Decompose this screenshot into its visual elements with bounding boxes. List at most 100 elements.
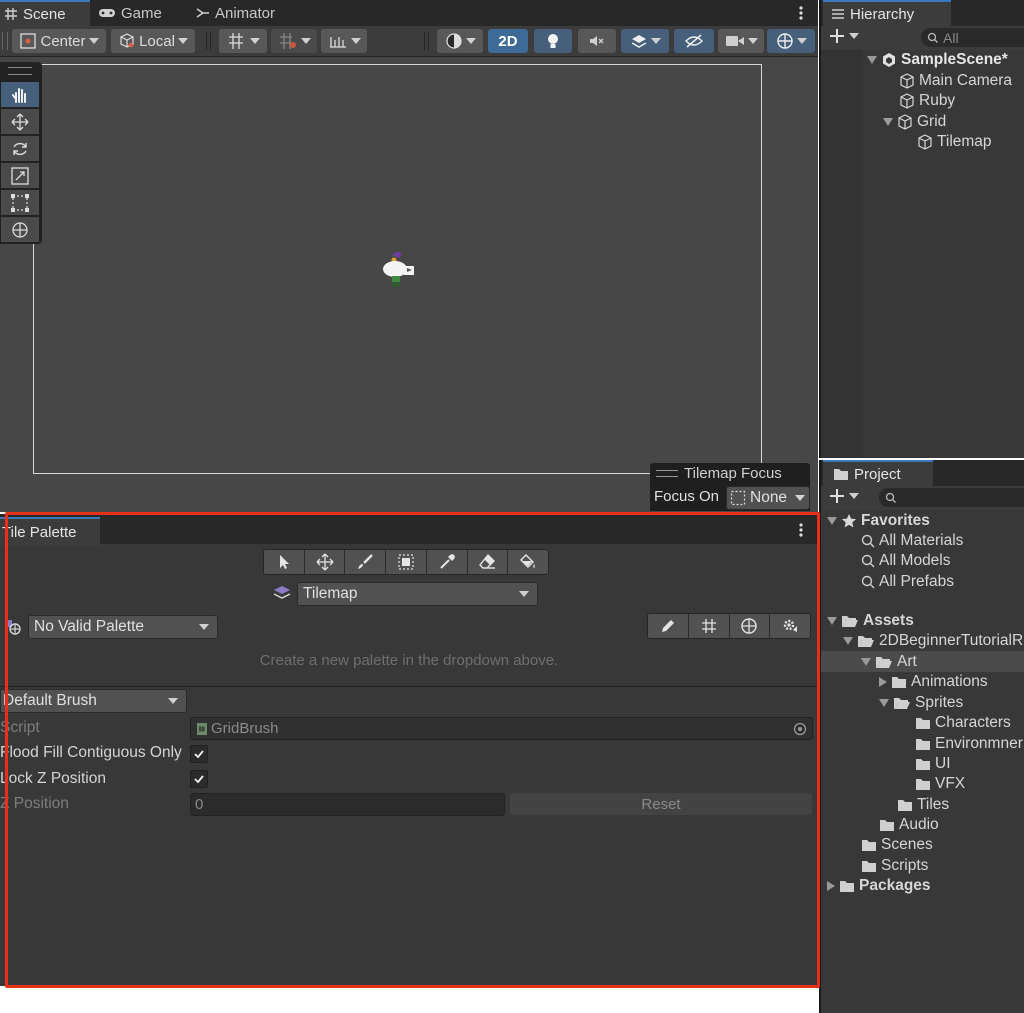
search-icon — [885, 492, 897, 504]
hierarchy-item-ruby[interactable]: Ruby — [899, 91, 955, 111]
assets-folder[interactable]: Assets — [827, 611, 914, 631]
tile-palette-tabbar: Tile Palette — [0, 514, 818, 546]
folder-animations[interactable]: Animations — [879, 672, 988, 692]
folder-sprites[interactable]: Sprites — [879, 693, 963, 713]
tab-hierarchy[interactable]: Hierarchy — [823, 0, 951, 26]
toggle-grid-button[interactable] — [689, 614, 730, 638]
effects-dropdown[interactable] — [621, 29, 669, 53]
favorites-section[interactable]: Favorites — [827, 511, 930, 531]
gizmos-dropdown[interactable] — [767, 29, 815, 53]
paint-tools-toolbar — [263, 549, 549, 575]
z-position-input[interactable]: 0 — [190, 793, 505, 816]
audio-toggle[interactable] — [578, 29, 616, 53]
expand-arrow-icon — [879, 699, 889, 707]
folder-scenes[interactable]: Scenes — [861, 835, 933, 855]
folder-tiles[interactable]: Tiles — [897, 795, 949, 815]
hierarchy-tabbar: Hierarchy — [821, 0, 1024, 26]
folder-environment[interactable]: Environmner — [915, 734, 1023, 754]
collapse-arrow-icon — [879, 677, 887, 687]
grid-snapping-button[interactable] — [219, 29, 267, 53]
rect-tool-button[interactable] — [1, 190, 39, 215]
folder-scripts[interactable]: Scripts — [861, 856, 928, 876]
tab-animator[interactable]: Animator — [196, 0, 275, 26]
picker-tool-button[interactable] — [427, 550, 468, 574]
toggle-2d-button[interactable]: 2D — [488, 29, 528, 53]
edit-palette-button[interactable] — [648, 614, 689, 638]
hand-tool-button[interactable] — [1, 82, 39, 107]
search-icon — [861, 575, 875, 589]
hierarchy-item-tilemap[interactable]: Tilemap — [917, 132, 992, 152]
lock-z-checkbox[interactable] — [190, 770, 208, 788]
create-asset-button[interactable] — [829, 488, 859, 504]
packages-folder[interactable]: Packages — [827, 876, 931, 896]
flood-fill-checkbox[interactable] — [190, 745, 208, 763]
transform-tool-button[interactable] — [1, 217, 39, 242]
folder-label: Scenes — [881, 836, 933, 853]
tab-scene[interactable]: Scene — [0, 0, 90, 26]
paint-brush-tool-button[interactable] — [345, 550, 387, 574]
create-button[interactable] — [829, 28, 859, 44]
scene-viewport[interactable] — [0, 57, 818, 512]
select-tool-button[interactable] — [264, 550, 305, 574]
palette-settings-button[interactable] — [770, 614, 810, 638]
transform-icon — [10, 220, 30, 240]
ruby-character-sprite[interactable] — [378, 249, 418, 291]
pivot-mode-dropdown[interactable]: Center — [12, 29, 106, 53]
palette-dropdown[interactable]: No Valid Palette — [28, 615, 218, 639]
favorite-all-models[interactable]: All Models — [861, 551, 951, 571]
reset-button[interactable]: Reset — [510, 793, 812, 815]
brush-dropdown[interactable]: Default Brush — [0, 689, 187, 713]
object-picker-icon[interactable] — [793, 722, 807, 736]
folder-root[interactable]: 2DBeginnerTutorialR — [843, 631, 1023, 651]
scene-toolbar: Center Local 2D — [0, 26, 818, 57]
grid-icon — [4, 7, 18, 21]
hierarchy-item-grid[interactable]: Grid — [883, 112, 946, 132]
favorites-label: Favorites — [861, 512, 930, 529]
folder-characters[interactable]: Characters — [915, 713, 1011, 733]
camera-settings-dropdown[interactable] — [718, 29, 764, 53]
move-tool-button[interactable] — [1, 109, 39, 134]
active-tilemap-label: Tilemap — [303, 585, 358, 602]
active-tilemap-dropdown[interactable]: Tilemap — [297, 582, 538, 606]
folder-art[interactable]: Art — [861, 652, 917, 672]
folder-audio[interactable]: Audio — [879, 815, 939, 835]
move-tool-button[interactable] — [305, 550, 346, 574]
project-search-input[interactable] — [879, 488, 1024, 507]
tab-project[interactable]: Project — [823, 460, 933, 486]
overlay-grip[interactable] — [656, 470, 678, 477]
eraser-tool-button[interactable] — [468, 550, 509, 574]
favorite-all-materials[interactable]: All Materials — [861, 531, 963, 551]
tab-game[interactable]: Game — [98, 0, 162, 26]
hierarchy-search-input[interactable]: All — [921, 28, 1024, 47]
project-tabbar: Project — [821, 460, 1024, 486]
favorite-label: All Prefabs — [879, 573, 954, 590]
flood-fill-tool-button[interactable] — [508, 550, 548, 574]
toolbar-grip[interactable] — [2, 32, 8, 50]
focus-on-dropdown[interactable]: None — [726, 486, 810, 510]
favorite-all-prefabs[interactable]: All Prefabs — [861, 572, 954, 592]
hierarchy-item-samplescene[interactable]: SampleScene* — [867, 50, 1008, 70]
lighting-toggle[interactable] — [534, 29, 572, 53]
list-icon — [831, 8, 845, 20]
draw-mode-dropdown[interactable] — [437, 29, 483, 53]
hierarchy-item-main-camera[interactable]: Main Camera — [899, 71, 1012, 91]
gameobject-cube-icon — [917, 134, 933, 150]
kebab-menu-icon[interactable] — [796, 521, 806, 539]
kebab-menu-icon[interactable] — [796, 4, 806, 22]
folder-vfx[interactable]: VFX — [915, 774, 965, 794]
pivot-rotation-dropdown[interactable]: Local — [111, 29, 195, 53]
overlay-grip[interactable] — [8, 67, 32, 75]
ruler-button[interactable] — [321, 29, 367, 53]
tab-tile-palette[interactable]: Tile Palette — [0, 517, 100, 546]
rotate-tool-button[interactable] — [1, 136, 39, 161]
chevron-down-icon — [465, 38, 476, 44]
scale-tool-button[interactable] — [1, 163, 39, 188]
z-position-label: Z Position — [0, 795, 69, 812]
eyedropper-icon — [438, 553, 456, 571]
increment-snap-button[interactable] — [271, 29, 317, 53]
box-fill-tool-button[interactable] — [386, 550, 427, 574]
scene-visibility-toggle[interactable] — [674, 29, 714, 53]
folder-ui[interactable]: UI — [915, 754, 951, 774]
toggle-2d-label: 2D — [498, 32, 518, 50]
toggle-gizmos-button[interactable] — [730, 614, 771, 638]
